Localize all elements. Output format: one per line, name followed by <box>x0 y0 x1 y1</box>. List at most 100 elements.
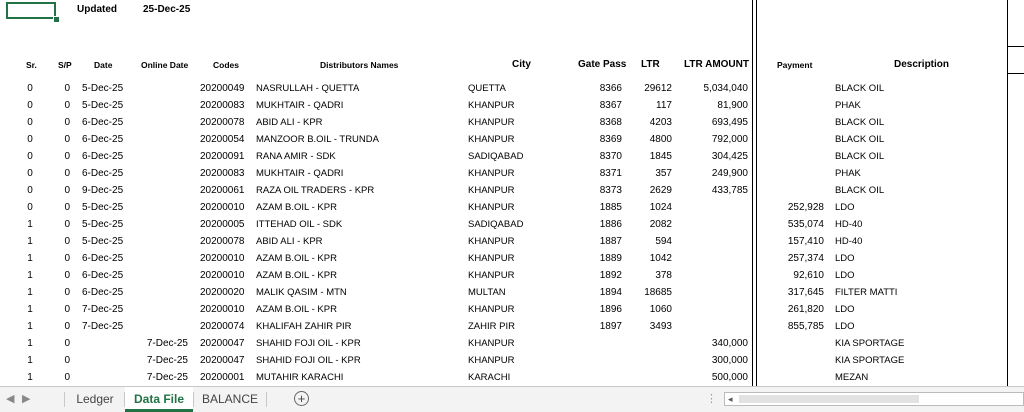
cell-date[interactable]: 6-Dec-25 <box>82 168 128 179</box>
cell-date[interactable]: 6-Dec-25 <box>82 134 128 145</box>
cell-code[interactable]: 20200047 <box>200 355 252 366</box>
cell-ltr[interactable]: 357 <box>628 168 672 179</box>
cell-gate-pass[interactable]: 1887 <box>584 236 622 247</box>
cell-ltr[interactable]: 2629 <box>628 185 672 196</box>
cell-gate-pass[interactable]: 8366 <box>584 83 622 94</box>
cell-description[interactable]: BLACK OIL <box>835 151 1005 162</box>
cell-sr[interactable]: 0 <box>20 151 40 162</box>
cell-description[interactable]: BLACK OIL <box>835 134 1005 145</box>
cell-date[interactable]: 5-Dec-25 <box>82 202 128 213</box>
cell-description[interactable]: LDO <box>835 304 1005 315</box>
cell-sr[interactable]: 1 <box>20 321 40 332</box>
cell-sp[interactable]: 0 <box>58 134 70 145</box>
cell-code[interactable]: 20200074 <box>200 321 252 332</box>
cell-gate-pass[interactable]: 8368 <box>584 117 622 128</box>
table-row[interactable]: 0 0 6-Dec-25 20200078 ABID ALI - KPR KHANPUR 8… <box>0 114 1024 131</box>
cell-code[interactable]: 20200049 <box>200 83 252 94</box>
cell-code[interactable]: 20200005 <box>200 219 252 230</box>
cell-payment[interactable]: 317,645 <box>760 287 824 298</box>
cell-sr[interactable]: 0 <box>20 83 40 94</box>
cell-description[interactable]: KIA SPORTAGE <box>835 338 1005 349</box>
cell-payment[interactable]: 252,928 <box>760 202 824 213</box>
cell-city[interactable]: KHANPUR <box>468 236 558 247</box>
cell-sp[interactable]: 0 <box>58 253 70 264</box>
cell-sr[interactable]: 1 <box>20 287 40 298</box>
cell-sr[interactable]: 1 <box>20 338 40 349</box>
cell-gate-pass[interactable]: 8367 <box>584 100 622 111</box>
table-row[interactable]: 1 0 7-Dec-25 20200047 SHAHID FOJI OIL - KPR K… <box>0 352 1024 369</box>
cell-distributor[interactable]: ITTEHAD OIL - SDK <box>256 219 456 230</box>
cell-sp[interactable]: 0 <box>58 100 70 111</box>
fill-handle[interactable] <box>53 16 60 23</box>
cell-ltr-amount[interactable]: 5,034,040 <box>678 83 749 94</box>
cell-sp[interactable]: 0 <box>58 287 70 298</box>
cell-distributor[interactable]: MALIK QASIM - MTN <box>256 287 456 298</box>
cell-ltr[interactable]: 1024 <box>628 202 672 213</box>
cell-date[interactable]: 7-Dec-25 <box>82 321 128 332</box>
cell-date[interactable]: 5-Dec-25 <box>82 83 128 94</box>
more-options-icon[interactable]: ⋮ <box>706 392 717 405</box>
cell-description[interactable]: LDO <box>835 270 1005 281</box>
cell-ltr[interactable]: 3493 <box>628 321 672 332</box>
cell-sp[interactable]: 0 <box>58 219 70 230</box>
cell-date[interactable]: 6-Dec-25 <box>82 270 128 281</box>
scroll-left-icon[interactable]: ◂ <box>728 393 733 405</box>
cell-sp[interactable]: 0 <box>58 185 70 196</box>
cell-sr[interactable]: 0 <box>20 185 40 196</box>
cell-gate-pass[interactable]: 8371 <box>584 168 622 179</box>
cell-online-date[interactable]: 7-Dec-25 <box>140 355 188 366</box>
cell-city[interactable]: KHANPUR <box>468 117 558 128</box>
cell-description[interactable]: LDO <box>835 253 1005 264</box>
cell-sr[interactable]: 0 <box>20 100 40 111</box>
cell-city[interactable]: KHANPUR <box>468 134 558 145</box>
cell-ltr-amount[interactable]: 249,900 <box>678 168 748 179</box>
table-row[interactable]: 0 0 6-Dec-25 20200054 MANZOOR B.OIL - TRUNDA… <box>0 131 1024 148</box>
cell-description[interactable]: LDO <box>835 321 1005 332</box>
cell-gate-pass[interactable]: 1892 <box>584 270 622 281</box>
cell-ltr[interactable]: 1060 <box>628 304 672 315</box>
cell-ltr[interactable]: 4203 <box>628 117 672 128</box>
spreadsheet-grid[interactable]: Updated 25-Dec-25 Sr. S/P Date Online Da… <box>0 0 1024 386</box>
table-row[interactable]: 1 0 7-Dec-25 20200074 KHALIFAH ZAHIR PIR ZAHI… <box>0 318 1024 335</box>
cell-ltr[interactable]: 1845 <box>628 151 672 162</box>
prev-sheet-icon[interactable]: ◀ <box>6 392 14 405</box>
cell-code[interactable]: 20200001 <box>200 372 252 383</box>
cell-sr[interactable]: 0 <box>20 134 40 145</box>
cell-city[interactable]: KHANPUR <box>468 202 558 213</box>
cell-distributor[interactable]: SHAHID FOJI OIL - KPR <box>256 338 456 349</box>
cell-description[interactable]: PHAK <box>835 100 1005 111</box>
cell-code[interactable]: 20200010 <box>200 270 252 281</box>
table-row[interactable]: 1 0 6-Dec-25 20200010 AZAM B.OIL - KPR KHANPU… <box>0 267 1024 284</box>
cell-distributor[interactable]: NASRULLAH - QUETTA <box>256 83 456 94</box>
cell-ltr-amount[interactable]: 81,900 <box>678 100 748 111</box>
cell-code[interactable]: 20200061 <box>200 185 252 196</box>
cell-gate-pass[interactable]: 1885 <box>584 202 622 213</box>
table-row[interactable]: 1 0 7-Dec-25 20200010 AZAM B.OIL - KPR KHANPU… <box>0 301 1024 318</box>
table-row[interactable]: 0 0 5-Dec-25 20200083 MUKHTAIR - QADRI KHANPU… <box>0 97 1024 114</box>
cell-sp[interactable]: 0 <box>58 372 70 383</box>
table-row[interactable]: 1 0 5-Dec-25 20200078 ABID ALI - KPR KHANPUR 1… <box>0 233 1024 250</box>
scrollbar-thumb[interactable] <box>739 395 919 403</box>
cell-code[interactable]: 20200020 <box>200 287 252 298</box>
cell-sp[interactable]: 0 <box>58 151 70 162</box>
cell-ltr-amount[interactable]: 340,000 <box>678 338 748 349</box>
cell-city[interactable]: SADIQABAD <box>468 151 558 162</box>
cell-sp[interactable]: 0 <box>58 270 70 281</box>
cell-city[interactable]: KHANPUR <box>468 185 558 196</box>
cell-gate-pass[interactable]: 1894 <box>584 287 622 298</box>
cell-ltr-amount[interactable]: 693,495 <box>678 117 748 128</box>
cell-ltr[interactable]: 18685 <box>628 287 672 298</box>
cell-city[interactable]: KHANPUR <box>468 253 558 264</box>
cell-city[interactable]: KHANPUR <box>468 168 558 179</box>
tab-balance[interactable]: BALANCE <box>194 387 266 412</box>
cell-date[interactable]: 6-Dec-25 <box>82 253 128 264</box>
cell-gate-pass[interactable]: 8373 <box>584 185 622 196</box>
cell-sp[interactable]: 0 <box>58 117 70 128</box>
cell-ltr[interactable]: 378 <box>628 270 672 281</box>
cell-code[interactable]: 20200054 <box>200 134 252 145</box>
cell-city[interactable]: QUETTA <box>468 83 558 94</box>
cell-sp[interactable]: 0 <box>58 83 70 94</box>
cell-code[interactable]: 20200010 <box>200 202 252 213</box>
selected-cell[interactable] <box>6 2 56 19</box>
cell-sp[interactable]: 0 <box>58 338 70 349</box>
